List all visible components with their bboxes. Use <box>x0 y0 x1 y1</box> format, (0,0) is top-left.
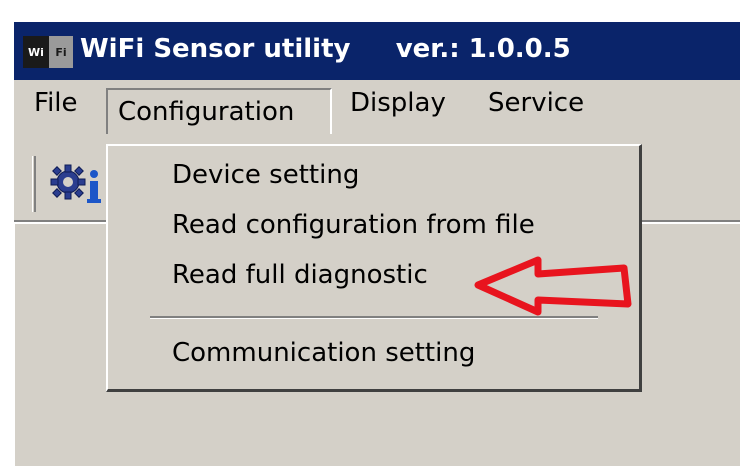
menu-item-communication-setting[interactable]: Communication setting <box>172 338 475 378</box>
gear-info-icon <box>50 164 101 203</box>
menu-separator <box>150 316 598 318</box>
app-icon-left: Wi <box>23 36 49 68</box>
red-arrow-annotation <box>474 256 632 316</box>
app-window: Wi Fi WiFi Sensor utility ver.: 1.0.0.5 … <box>14 22 740 466</box>
menu-service[interactable]: Service <box>478 88 594 134</box>
app-icon-right: Fi <box>49 36 73 68</box>
device-info-button[interactable] <box>46 160 106 210</box>
menu-bar: File Configuration Display Service <box>14 80 740 142</box>
title-bar[interactable]: Wi Fi WiFi Sensor utility ver.: 1.0.0.5 <box>14 22 740 80</box>
window-title: WiFi Sensor utility ver.: 1.0.0.5 <box>80 34 571 64</box>
menu-file[interactable]: File <box>24 88 88 134</box>
wifi-app-icon[interactable]: Wi Fi <box>23 36 73 68</box>
menu-display[interactable]: Display <box>340 88 456 134</box>
toolbar-grip[interactable] <box>32 156 36 212</box>
menu-item-device-setting[interactable]: Device setting <box>172 160 359 200</box>
menu-item-read-full-diagnostic[interactable]: Read full diagnostic <box>172 260 428 300</box>
menu-item-read-configuration-from-file[interactable]: Read configuration from file <box>172 210 535 250</box>
menu-configuration[interactable]: Configuration <box>106 88 332 134</box>
